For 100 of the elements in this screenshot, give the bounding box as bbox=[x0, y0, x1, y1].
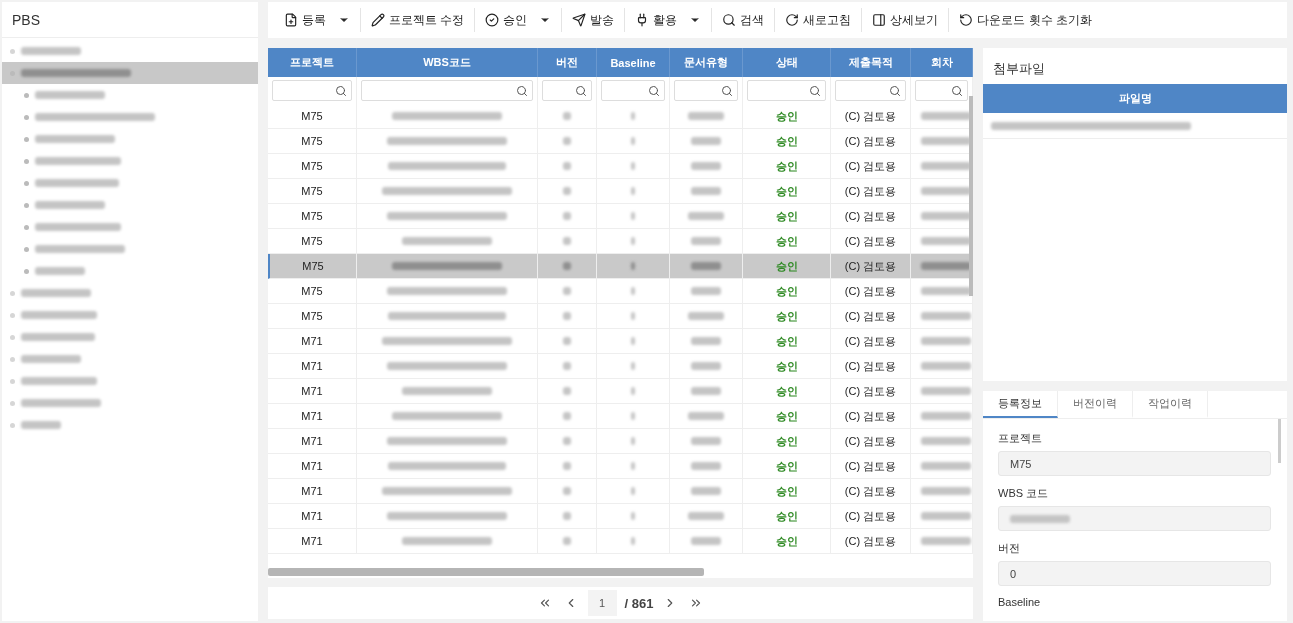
filter-field[interactable] bbox=[272, 80, 352, 101]
redacted-text bbox=[631, 412, 635, 420]
search-icon bbox=[575, 84, 587, 97]
page-field[interactable]: 1 bbox=[587, 590, 617, 616]
table-cell: M71 bbox=[268, 354, 357, 379]
filter-field[interactable] bbox=[361, 80, 533, 101]
filter-field[interactable] bbox=[674, 80, 738, 101]
search-icon bbox=[809, 84, 821, 97]
filter-field[interactable] bbox=[747, 80, 826, 101]
column-header[interactable]: 문서유형 bbox=[670, 48, 743, 77]
redacted-text bbox=[921, 112, 971, 120]
scrollbar[interactable] bbox=[1278, 419, 1281, 463]
status-cell: 승인 bbox=[743, 154, 831, 179]
table-cell: M75 bbox=[268, 229, 357, 254]
status-cell: 승인 bbox=[743, 404, 831, 429]
tab[interactable]: 등록정보 bbox=[983, 391, 1058, 418]
column-header[interactable]: 버전 bbox=[538, 48, 597, 77]
field-label: 버전 bbox=[998, 541, 1021, 555]
status-cell: 승인 bbox=[743, 529, 831, 554]
filter-field[interactable] bbox=[915, 80, 968, 101]
column-header[interactable]: 제출목적 bbox=[831, 48, 911, 77]
collapsed-caret-icon[interactable] bbox=[10, 312, 15, 318]
toolbar-button[interactable]: 등록 bbox=[274, 8, 361, 32]
table-cell: M75 bbox=[268, 304, 357, 329]
toolbar-button[interactable]: 발송 bbox=[562, 8, 626, 32]
redacted-text bbox=[563, 487, 571, 495]
filter-field[interactable] bbox=[601, 80, 665, 101]
column-header[interactable]: Baseline bbox=[597, 48, 670, 77]
redacted-text bbox=[631, 337, 635, 345]
redacted-text bbox=[563, 112, 571, 120]
status-cell: 승인 bbox=[743, 279, 831, 304]
table-cell: M71 bbox=[268, 329, 357, 354]
collapsed-caret-icon[interactable] bbox=[10, 334, 15, 340]
collapsed-caret-icon[interactable] bbox=[10, 356, 15, 362]
redacted-text bbox=[921, 437, 971, 445]
table-cell: (C) 검토용 bbox=[831, 429, 911, 454]
redacted-text bbox=[563, 212, 571, 220]
input-field[interactable] bbox=[998, 506, 1271, 531]
collapsed-caret-icon[interactable] bbox=[10, 422, 15, 428]
status-cell: 승인 bbox=[743, 429, 831, 454]
input-field[interactable]: 0 bbox=[998, 561, 1271, 586]
table-cell: (C) 검토용 bbox=[831, 179, 911, 204]
table-cell: (C) 검토용 bbox=[831, 229, 911, 254]
redacted-text bbox=[563, 537, 571, 545]
redacted-text bbox=[688, 512, 724, 520]
collapsed-caret-icon[interactable] bbox=[10, 48, 15, 54]
table-cell: M71 bbox=[268, 454, 357, 479]
status-cell: 승인 bbox=[743, 354, 831, 379]
table-cell: (C) 검토용 bbox=[831, 504, 911, 529]
table-cell: M75 bbox=[268, 254, 357, 279]
toolbar-icon bbox=[959, 13, 974, 27]
input-field[interactable]: M75 bbox=[998, 451, 1271, 476]
filter-field[interactable] bbox=[835, 80, 906, 101]
toolbar-button[interactable]: 승인 bbox=[475, 8, 563, 32]
toolbar-icon bbox=[572, 13, 587, 27]
column-header[interactable]: 회차 bbox=[911, 48, 973, 77]
redacted-text bbox=[691, 387, 721, 395]
redacted-text bbox=[631, 512, 635, 520]
redacted-text bbox=[563, 437, 571, 445]
redacted-text bbox=[563, 137, 571, 145]
toolbar-button[interactable]: 검색 bbox=[712, 8, 776, 32]
status-cell: 승인 bbox=[743, 304, 831, 329]
redacted-text bbox=[563, 162, 571, 170]
filter-field[interactable] bbox=[542, 80, 592, 101]
redacted-text bbox=[688, 412, 724, 420]
search-icon bbox=[721, 84, 733, 97]
status-cell: 승인 bbox=[743, 229, 831, 254]
redacted-text bbox=[691, 337, 721, 345]
scrollbar[interactable] bbox=[969, 96, 973, 296]
toolbar-button[interactable]: 상세보기 bbox=[862, 8, 950, 32]
tree-item[interactable] bbox=[2, 62, 258, 84]
redacted-text bbox=[691, 262, 721, 270]
redacted-text bbox=[921, 412, 971, 420]
column-header[interactable]: 프로젝트 bbox=[268, 48, 357, 77]
scrollbar[interactable] bbox=[268, 568, 704, 576]
search-icon bbox=[335, 84, 347, 97]
table-cell: M75 bbox=[268, 204, 357, 229]
toolbar-icon bbox=[371, 13, 385, 27]
column-header[interactable]: WBS코드 bbox=[357, 48, 538, 77]
table-cell: (C) 검토용 bbox=[831, 454, 911, 479]
toolbar-button[interactable]: 활용 bbox=[625, 8, 713, 32]
toolbar-icon bbox=[785, 13, 800, 27]
field-label: Baseline bbox=[998, 596, 1042, 610]
redacted-text bbox=[631, 387, 635, 395]
collapsed-caret-icon[interactable] bbox=[10, 378, 15, 384]
toolbar-button[interactable]: 다운로드 횟수 초기화 bbox=[949, 8, 1102, 32]
redacted-text bbox=[921, 187, 971, 195]
redacted-text bbox=[21, 289, 91, 297]
collapsed-caret-icon[interactable] bbox=[10, 400, 15, 406]
toolbar-button[interactable]: 새로고침 bbox=[775, 8, 863, 32]
column-header[interactable]: 상태 bbox=[743, 48, 831, 77]
status-cell: 승인 bbox=[743, 179, 831, 204]
table-cell: (C) 검토용 bbox=[831, 154, 911, 179]
table-cell: M71 bbox=[268, 429, 357, 454]
redacted-text bbox=[921, 312, 971, 320]
redacted-text bbox=[691, 462, 721, 470]
toolbar-button[interactable]: 프로젝트 수정 bbox=[361, 8, 476, 32]
table-cell: M75 bbox=[268, 154, 357, 179]
panel-title: PBS bbox=[2, 2, 258, 38]
collapsed-caret-icon[interactable] bbox=[10, 290, 15, 296]
